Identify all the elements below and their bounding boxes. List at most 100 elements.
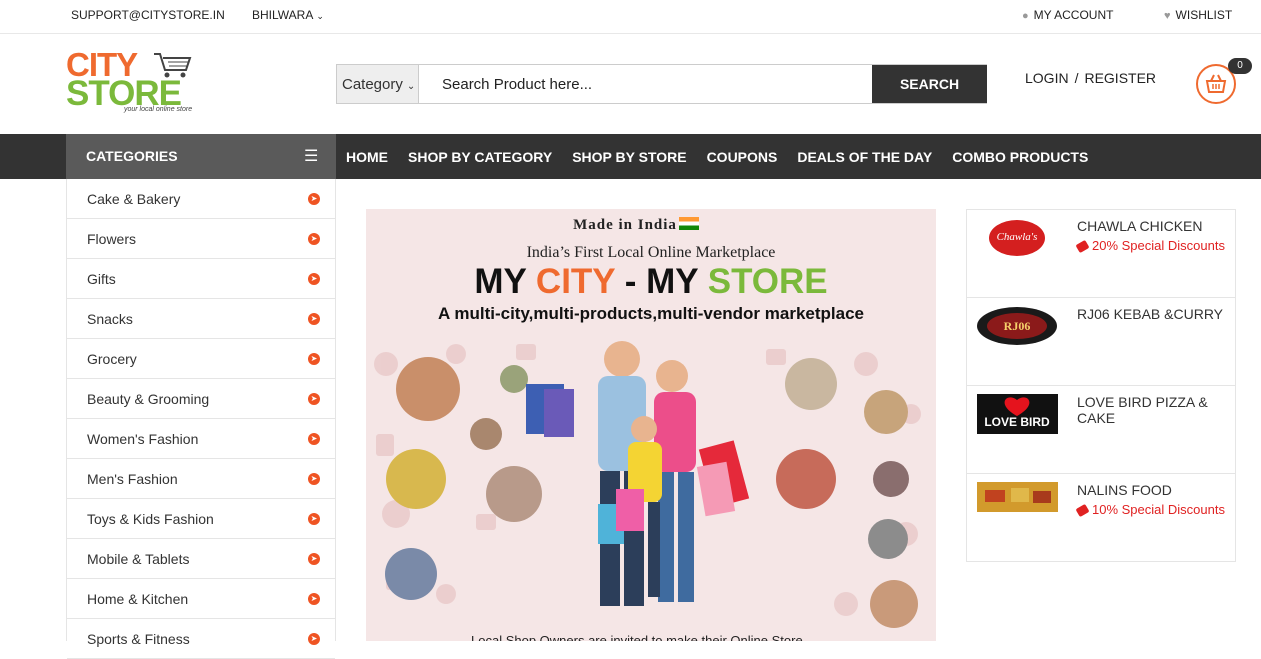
headline-store: STORE <box>707 262 828 301</box>
sidebar-item-womens-fashion[interactable]: Women's Fashion ➤ <box>67 419 335 459</box>
nav-coupons[interactable]: COUPONS <box>707 149 778 165</box>
store-discount: 20% Special Discounts <box>1075 238 1225 254</box>
sidebar-item-home-kitchen[interactable]: Home & Kitchen ➤ <box>67 579 335 619</box>
sidebar-item-label: Grocery <box>87 351 137 367</box>
store-logo-lovebird: LOVE BIRD <box>977 394 1058 434</box>
banner-subtitle: India’s First Local Online Marketplace <box>526 244 776 261</box>
banner-shopping-illustration <box>374 341 921 628</box>
store-logo-rj06: RJ06 <box>977 307 1057 345</box>
arrow-right-icon: ➤ <box>308 353 320 365</box>
sidebar-item-label: Snacks <box>87 311 133 327</box>
main-navbar: CATEGORIES ☰ HOME SHOP BY CATEGORY SHOP … <box>0 134 1261 179</box>
categories-toggle[interactable]: CATEGORIES ☰ <box>66 134 336 179</box>
store-name: RJ06 KEBAB &CURRY <box>1077 306 1224 322</box>
wishlist-label: WISHLIST <box>1175 8 1233 22</box>
site-logo[interactable]: CITY STORE your local online store <box>66 46 198 118</box>
register-link[interactable]: REGISTER <box>1084 70 1156 86</box>
nav-links: HOME SHOP BY CATEGORY SHOP BY STORE COUP… <box>346 149 1088 165</box>
my-account-link[interactable]: ● MY ACCOUNT <box>1022 8 1113 22</box>
arrow-right-icon: ➤ <box>308 313 320 325</box>
india-flag-icon <box>678 217 699 230</box>
store-logo-nalins <box>977 482 1058 512</box>
headline-part2: - MY <box>615 262 708 301</box>
auth-links: LOGIN / REGISTER <box>1025 70 1156 86</box>
cart-button[interactable]: 0 <box>1196 58 1252 104</box>
chevron-down-icon: ⌄ <box>406 81 416 92</box>
banner-made-in-india: Made in India <box>366 217 906 234</box>
my-account-label: MY ACCOUNT <box>1033 8 1114 22</box>
sidebar-item-label: Toys & Kids Fashion <box>87 511 214 527</box>
nav-home[interactable]: HOME <box>346 149 388 165</box>
search-bar: Category ⌄ SEARCH <box>336 64 987 104</box>
city-selector[interactable]: BHILWARA ⌄ <box>252 8 324 22</box>
sidebar-item-beauty-grooming[interactable]: Beauty & Grooming ➤ <box>67 379 335 419</box>
store-logo-text: Chawla's <box>997 231 1038 243</box>
sidebar-item-cake-bakery[interactable]: Cake & Bakery ➤ <box>67 179 335 219</box>
tag-icon <box>1075 239 1090 254</box>
banner-tagline: A multi-city,multi-products,multi-vendor… <box>437 304 864 323</box>
sidebar-item-label: Sports & Fitness <box>87 631 190 647</box>
top-bar: SUPPORT@CITYSTORE.IN BHILWARA ⌄ ● MY ACCOU… <box>0 0 1261 34</box>
search-input[interactable] <box>419 65 872 103</box>
categories-label: CATEGORIES <box>86 148 178 164</box>
sidebar-item-toys-kids-fashion[interactable]: Toys & Kids Fashion ➤ <box>67 499 335 539</box>
hero-banner[interactable]: Made in India India’s First Local Online… <box>366 209 936 641</box>
arrow-right-icon: ➤ <box>308 433 320 445</box>
arrow-right-icon: ➤ <box>308 513 320 525</box>
sidebar-item-label: Home & Kitchen <box>87 591 189 607</box>
category-select[interactable]: Category ⌄ <box>337 65 419 103</box>
store-discount: 10% Special Discounts <box>1075 502 1225 518</box>
store-item[interactable]: Chawla's CHAWLA CHICKEN 20% Special Disc… <box>967 210 1235 298</box>
chevron-down-icon: ⌄ <box>316 11 324 21</box>
store-logo-text: RJ06 <box>1004 319 1031 333</box>
logo-cart-icon <box>154 53 192 78</box>
store-item[interactable]: LOVE BIRD LOVE BIRD PIZZA & CAKE <box>967 386 1235 474</box>
headline-part1: MY <box>474 262 536 301</box>
sidebar-item-mens-fashion[interactable]: Men's Fashion ➤ <box>67 459 335 499</box>
sidebar-item-gifts[interactable]: Gifts ➤ <box>67 259 335 299</box>
category-sidebar: Cake & Bakery ➤ Flowers ➤ Gifts ➤ Snacks ➤ G… <box>66 179 336 659</box>
heart-icon: ♥ <box>1164 10 1171 22</box>
user-icon: ● <box>1022 10 1029 22</box>
sidebar-item-snacks[interactable]: Snacks ➤ <box>67 299 335 339</box>
store-name: CHAWLA CHICKEN <box>1077 218 1203 234</box>
store-logo-chawla: Chawla's <box>989 220 1045 256</box>
featured-stores-list: Chawla's CHAWLA CHICKEN 20% Special Disc… <box>966 209 1236 562</box>
nav-shop-by-category[interactable]: SHOP BY CATEGORY <box>408 149 552 165</box>
arrow-right-icon: ➤ <box>308 233 320 245</box>
sidebar-item-grocery[interactable]: Grocery ➤ <box>67 339 335 379</box>
sidebar-item-flowers[interactable]: Flowers ➤ <box>67 219 335 259</box>
nav-deals-of-the-day[interactable]: DEALS OF THE DAY <box>797 149 932 165</box>
wishlist-link[interactable]: ♥ WISHLIST <box>1164 8 1232 22</box>
arrow-right-icon: ➤ <box>308 273 320 285</box>
sidebar-item-sports-fitness[interactable]: Sports & Fitness ➤ <box>67 619 335 659</box>
store-logo-text: LOVE BIRD <box>984 415 1050 429</box>
arrow-right-icon: ➤ <box>308 633 320 645</box>
sidebar-item-label: Mobile & Tablets <box>87 551 190 567</box>
arrow-right-icon: ➤ <box>308 593 320 605</box>
arrow-right-icon: ➤ <box>308 193 320 205</box>
store-name: NALINS FOOD <box>1077 482 1172 498</box>
store-name: LOVE BIRD PIZZA & CAKE <box>1077 394 1208 426</box>
banner-bottom-text: Local Shop Owners are invited to make th… <box>471 633 803 641</box>
nav-shop-by-store[interactable]: SHOP BY STORE <box>572 149 686 165</box>
auth-separator: / <box>1074 70 1079 86</box>
search-button[interactable]: SEARCH <box>872 65 987 103</box>
login-link[interactable]: LOGIN <box>1025 70 1069 86</box>
banner-headline: MY CITY - MY STORE <box>366 262 936 302</box>
basket-icon <box>1205 74 1227 93</box>
family-figures <box>526 341 750 606</box>
logo-tagline: your local online store <box>124 106 193 113</box>
sidebar-item-label: Women's Fashion <box>87 431 199 447</box>
tag-icon <box>1075 503 1090 518</box>
nav-combo-products[interactable]: COMBO PRODUCTS <box>952 149 1088 165</box>
sidebar-item-mobile-tablets[interactable]: Mobile & Tablets ➤ <box>67 539 335 579</box>
support-email-link[interactable]: SUPPORT@CITYSTORE.IN <box>71 8 225 22</box>
sidebar-item-label: Beauty & Grooming <box>87 391 210 407</box>
sidebar-item-label: Cake & Bakery <box>87 191 181 207</box>
headline-city: CITY <box>535 262 616 301</box>
store-item[interactable]: RJ06 RJ06 KEBAB &CURRY <box>967 298 1235 386</box>
menu-icon: ☰ <box>304 148 319 165</box>
store-item[interactable]: NALINS FOOD 10% Special Discounts <box>967 474 1235 562</box>
discount-label: 10% Special Discounts <box>1092 502 1225 517</box>
